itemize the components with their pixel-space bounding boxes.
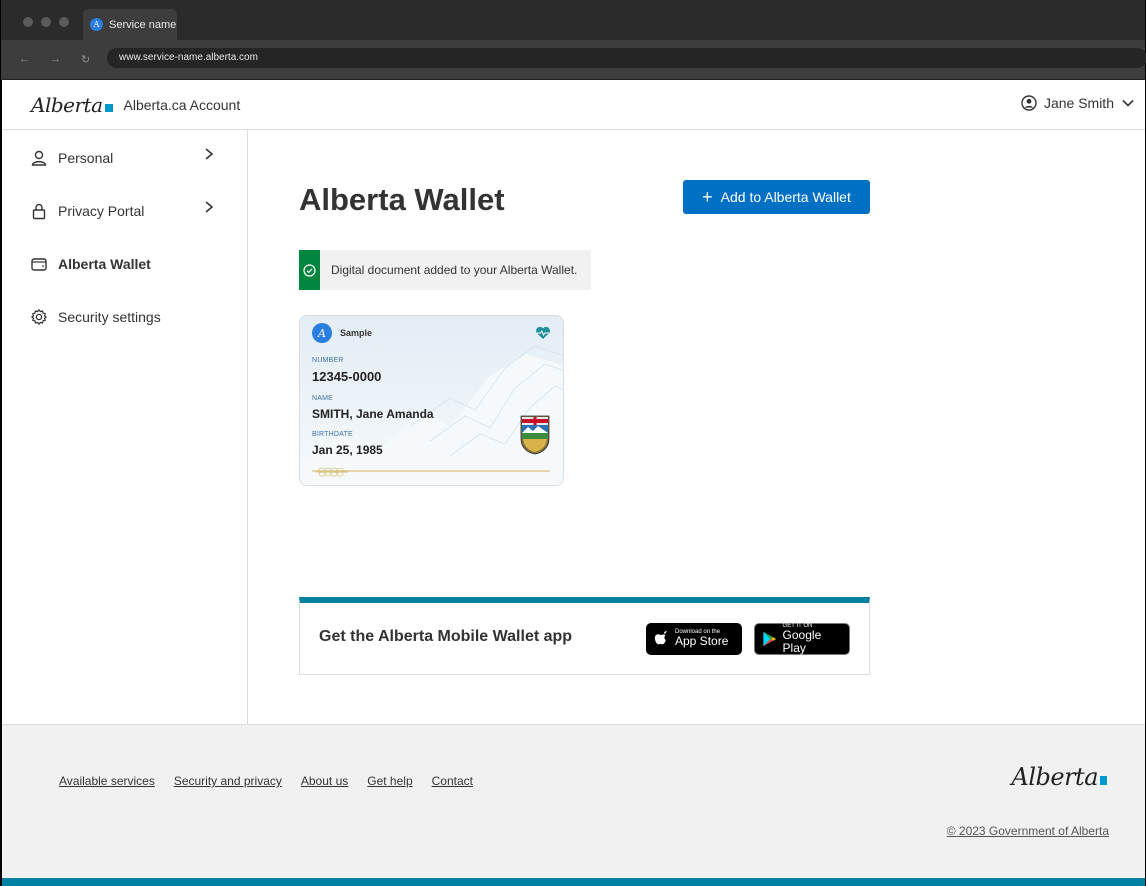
google-play-button[interactable]: GET IT ON Google Play — [754, 623, 850, 655]
wheat-icon — [316, 467, 348, 477]
reload-icon[interactable]: ↻ — [81, 53, 90, 66]
browser-nav: ← → ↻ — [19, 53, 90, 66]
logo-square-icon — [104, 103, 113, 112]
footer-accent-bar — [2, 878, 1145, 886]
app-window: Alberta Alberta.ca Account Jane Smith Pe… — [0, 80, 1146, 886]
mobile-app-banner: Get the Alberta Mobile Wallet app Downlo… — [299, 597, 870, 675]
birthdate-label: BIRTHDATE — [312, 431, 353, 438]
success-callout: Digital document added to your Alberta W… — [299, 250, 591, 290]
favicon-icon: A — [90, 18, 103, 31]
wallet-icon — [30, 255, 48, 273]
footer-link-get-help[interactable]: Get help — [367, 774, 412, 788]
chevron-right-icon — [203, 147, 215, 166]
callout-message: Digital document added to your Alberta W… — [331, 263, 578, 277]
chevron-right-icon — [203, 200, 215, 219]
lock-icon — [30, 202, 48, 220]
close-window-button[interactable] — [23, 17, 33, 27]
sidebar-item-label: Privacy Portal — [58, 203, 145, 219]
check-circle-icon — [303, 263, 316, 277]
user-circle-icon — [1021, 95, 1037, 111]
callout-status-bar — [299, 250, 320, 290]
sidebar-item-label: Personal — [58, 150, 114, 166]
logo-wordmark: Alberta — [31, 92, 103, 117]
url-input[interactable]: www.service-name.alberta.com — [107, 48, 1146, 68]
page-title: Alberta Wallet — [299, 182, 505, 217]
site-footer: Available services Security and privacy … — [2, 724, 1145, 886]
footer-link-about-us[interactable]: About us — [301, 774, 348, 788]
add-button-label: Add to Alberta Wallet — [720, 189, 851, 205]
app-banner-heading: Get the Alberta Mobile Wallet app — [319, 628, 573, 645]
maximize-window-button[interactable] — [59, 17, 69, 27]
footer-link-contact[interactable]: Contact — [432, 774, 473, 788]
header-title: Alberta.ca Account — [123, 96, 241, 113]
footer-alberta-logo[interactable]: Alberta — [1011, 763, 1107, 791]
app-store-button[interactable]: Download on the App Store — [646, 623, 742, 655]
person-icon — [30, 149, 48, 167]
document-number: 12345-0000 — [312, 369, 382, 384]
address-bar-row: ← → ↻ www.service-name.alberta.com — [1, 40, 1146, 80]
appstore-label: App Store — [675, 634, 729, 649]
sidebar-item-label: Alberta Wallet — [58, 256, 151, 272]
footer-copyright[interactable]: © 2023 Government of Alberta — [947, 824, 1109, 838]
footer-logo-wordmark: Alberta — [1011, 763, 1099, 791]
heart-pulse-icon — [536, 326, 550, 339]
sidebar-item-security-settings[interactable]: Security settings — [30, 308, 220, 326]
plus-icon: + — [702, 187, 713, 207]
sidebar-item-label: Security settings — [58, 309, 161, 325]
number-label: NUMBER — [312, 357, 344, 364]
card-sample-badge: Sample — [340, 328, 373, 338]
minimize-window-button[interactable] — [41, 17, 51, 27]
browser-chrome: A Service name ← → ↻ www.service-name.al… — [0, 0, 1146, 80]
sidebar-item-alberta-wallet[interactable]: Alberta Wallet — [30, 255, 220, 273]
alberta-logo[interactable]: Alberta — [31, 93, 124, 117]
holder-name: SMITH, Jane Amanda — [312, 407, 434, 421]
tab-bar: A Service name — [1, 0, 1145, 40]
site-header: Alberta Alberta.ca Account Jane Smith — [2, 80, 1145, 130]
digital-document-card[interactable]: A Sample NUMBER 12345-0000 NAME SMITH, J… — [299, 315, 564, 486]
card-header: A Sample — [312, 323, 372, 343]
birthdate-value: Jan 25, 1985 — [312, 443, 383, 457]
back-arrow-icon[interactable]: ← — [19, 53, 30, 66]
gear-icon — [30, 308, 48, 326]
main-content: Alberta Wallet + Add to Alberta Wallet D… — [249, 130, 1146, 724]
add-to-wallet-button[interactable]: + Add to Alberta Wallet — [683, 180, 870, 214]
footer-link-available-services[interactable]: Available services — [59, 774, 155, 788]
footer-link-security-and-privacy[interactable]: Security and privacy — [174, 774, 282, 788]
apple-icon — [654, 630, 667, 645]
google-play-icon — [763, 631, 776, 647]
user-name: Jane Smith — [1043, 95, 1114, 111]
browser-tab[interactable]: A Service name — [83, 9, 177, 40]
name-label: NAME — [312, 395, 334, 402]
sidebar: Personal Privacy Portal Alberta Wallet S… — [2, 130, 248, 724]
chevron-down-icon — [1122, 99, 1134, 107]
tab-title: Service name — [109, 18, 177, 31]
alberta-crest-icon — [520, 415, 550, 455]
alberta-a-icon: A — [312, 323, 332, 343]
window-controls — [23, 17, 69, 27]
sidebar-item-personal[interactable]: Personal — [30, 147, 220, 167]
logo-square-icon — [1100, 776, 1107, 785]
footer-links: Available services Security and privacy … — [59, 774, 473, 788]
sidebar-item-privacy-portal[interactable]: Privacy Portal — [30, 200, 220, 220]
google-label: Google Play — [782, 627, 822, 655]
forward-arrow-icon[interactable]: → — [50, 53, 61, 66]
user-menu[interactable]: Jane Smith — [1021, 95, 1135, 111]
